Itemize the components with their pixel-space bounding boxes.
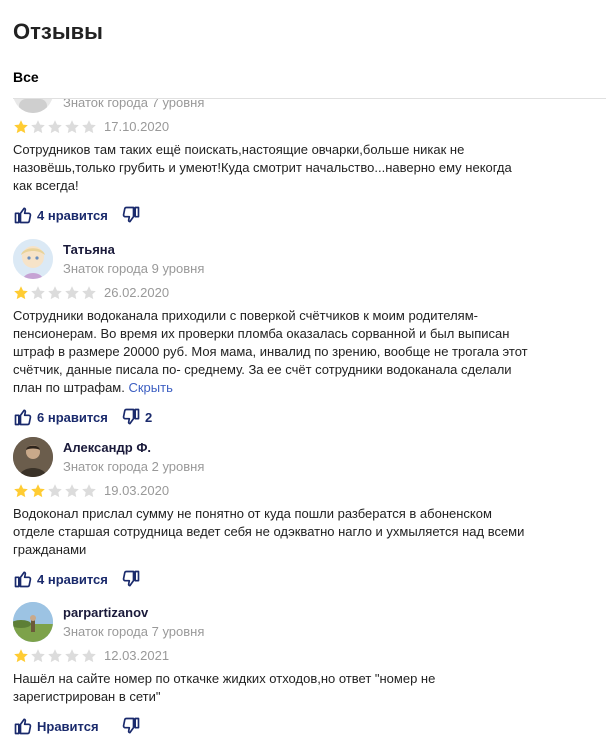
dislike-button[interactable] [121,203,145,227]
review-text: Сотрудников там таких ещё поискать,насто… [13,141,528,195]
review-actions: 6 нравится 2 [13,405,593,429]
review-text: Водоконал прислал сумму не понятно от ку… [13,505,528,559]
thumb-up-icon [14,207,32,224]
like-button[interactable]: Нравится [13,714,99,738]
star-empty-icon [31,286,45,300]
star-empty-icon [48,286,62,300]
rating-row: 19.03.2020 [13,481,593,503]
star-empty-icon [31,649,45,663]
review-author: Татьяна Знаток города 9 уровня [13,239,593,283]
author-level: Знаток города 7 уровня [63,99,205,110]
star-empty-icon [82,484,96,498]
star-empty-icon [48,484,62,498]
rating-stars [13,285,97,301]
review-date: 26.02.2020 [104,285,170,300]
review-date: 17.10.2020 [104,119,170,134]
dislike-button[interactable] [121,567,145,591]
author-level: Знаток города 2 уровня [63,459,205,474]
dislike-button[interactable]: 2 [121,405,152,429]
star-filled-icon [14,286,28,300]
avatar[interactable] [13,99,53,113]
review-item: Знаток города 7 уровня 17.10.2020 Сотруд… [13,99,593,227]
thumb-up-icon [14,409,32,426]
author-name[interactable]: Татьяна [63,242,115,257]
review-text-body: Сотрудников там таких ещё поискать,насто… [13,142,512,193]
review-actions: Нравится [13,714,593,738]
like-count: Нравится [37,718,99,734]
page-title: Отзывы [13,19,103,44]
rating-row: 17.10.2020 [13,117,593,139]
tabs-bar: Все [13,68,606,99]
star-empty-icon [65,649,79,663]
review-author: parpartizanov Знаток города 7 уровня [13,602,593,646]
star-empty-icon [48,120,62,134]
thumb-down-icon [122,206,140,223]
author-level: Знаток города 7 уровня [63,624,205,639]
like-count: 4 нравится [37,207,108,223]
like-count: 6 нравится [37,409,108,425]
review-author: Знаток города 7 уровня [13,99,593,117]
rating-row: 26.02.2020 [13,283,593,305]
like-button[interactable]: 4 нравится [13,203,108,227]
star-filled-icon [14,120,28,134]
like-count: 4 нравится [37,571,108,587]
star-filled-icon [14,649,28,663]
dislike-count: 2 [145,409,153,425]
review-actions: 4 нравится [13,203,593,227]
review-actions: 4 нравится [13,567,593,591]
thumb-down-icon [122,408,140,425]
review-date: 12.03.2021 [104,648,170,663]
like-button[interactable]: 6 нравится [13,405,108,429]
avatar[interactable] [13,602,53,642]
review-author: Александр Ф. Знаток города 2 уровня [13,437,593,481]
hide-link[interactable]: Скрыть [128,380,172,395]
review-date: 19.03.2020 [104,483,170,498]
rating-stars [13,483,97,499]
review-text-body: Нашёл на сайте номер по откачке жидких о… [13,671,436,704]
author-name[interactable]: parpartizanov [63,605,148,620]
review-text: Нашёл на сайте номер по откачке жидких о… [13,670,528,706]
thumb-up-icon [14,718,32,735]
review-text: Сотрудники водоканала приходили с поверк… [13,307,528,397]
like-button[interactable]: 4 нравится [13,567,108,591]
star-empty-icon [82,120,96,134]
review-text-body: Водоконал прислал сумму не понятно от ку… [13,506,525,557]
star-empty-icon [48,649,62,663]
rating-stars [13,119,97,135]
thumb-down-icon [122,717,140,734]
thumb-down-icon [122,570,140,587]
star-filled-icon [31,484,45,498]
review-item: Татьяна Знаток города 9 уровня 26.02.202… [13,239,593,429]
star-empty-icon [82,649,96,663]
review-text-body: Сотрудники водоканала приходили с поверк… [13,308,528,395]
avatar[interactable] [13,239,53,279]
dislike-button[interactable] [121,714,145,738]
author-name[interactable]: Александр Ф. [63,440,151,455]
star-empty-icon [31,120,45,134]
star-empty-icon [65,484,79,498]
author-level: Знаток города 9 уровня [63,261,205,276]
avatar[interactable] [13,437,53,477]
review-item: Александр Ф. Знаток города 2 уровня 19.0… [13,437,593,591]
rating-row: 12.03.2021 [13,646,593,668]
star-filled-icon [14,484,28,498]
star-empty-icon [65,120,79,134]
star-empty-icon [82,286,96,300]
star-empty-icon [65,286,79,300]
thumb-up-icon [14,571,32,588]
review-item: parpartizanov Знаток города 7 уровня 12.… [13,602,593,738]
tab-all[interactable]: Все [13,68,39,86]
reviews-list[interactable]: Знаток города 7 уровня 17.10.2020 Сотруд… [0,99,606,742]
rating-stars [13,648,97,664]
